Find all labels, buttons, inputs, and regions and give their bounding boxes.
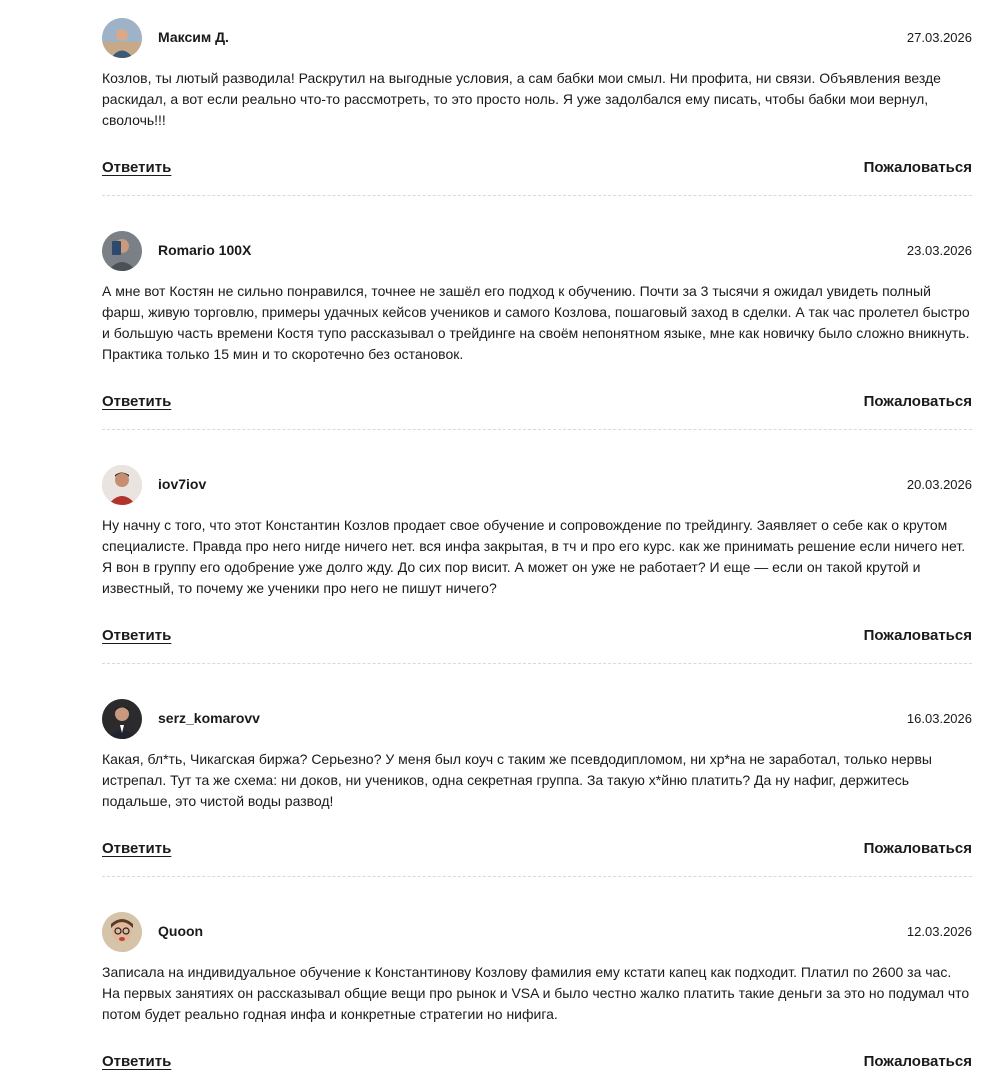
- report-button[interactable]: Пожаловаться: [864, 1053, 972, 1070]
- comment-actions: Ответить Пожаловаться: [102, 1053, 972, 1075]
- comment-item: Romario 100X 23.03.2026 А мне вот Костян…: [102, 231, 972, 430]
- reply-button[interactable]: Ответить: [102, 840, 171, 857]
- comment-header: serz_komarovv 16.03.2026: [102, 699, 972, 739]
- comment-item: iov7iov 20.03.2026 Ну начну с того, что …: [102, 465, 972, 664]
- user-avatar-icon[interactable]: [102, 18, 142, 58]
- user-avatar-icon[interactable]: [102, 231, 142, 271]
- reply-button[interactable]: Ответить: [102, 1053, 171, 1070]
- comment-text: А мне вот Костян не сильно понравился, т…: [102, 283, 970, 362]
- comments-list: Максим Д. 27.03.2026 Козлов, ты лютый ра…: [102, 0, 972, 1075]
- comment-divider: [102, 876, 972, 877]
- user-avatar-icon[interactable]: [102, 912, 142, 952]
- comment-header: iov7iov 20.03.2026: [102, 465, 972, 505]
- comment-divider: [102, 663, 972, 664]
- comment-date: 27.03.2026: [906, 30, 972, 45]
- comment-date: 16.03.2026: [906, 711, 972, 726]
- comment-header: Romario 100X 23.03.2026: [102, 231, 972, 271]
- comment-author[interactable]: Максим Д.: [158, 29, 229, 45]
- comment-text: Ну начну с того, что этот Константин Коз…: [102, 517, 966, 596]
- comment-actions: Ответить Пожаловаться: [102, 840, 972, 862]
- comment-header: Максим Д. 27.03.2026: [102, 18, 972, 58]
- comment-date: 23.03.2026: [906, 243, 972, 258]
- comment-author[interactable]: Romario 100X: [158, 242, 251, 258]
- reply-button[interactable]: Ответить: [102, 627, 171, 644]
- report-button[interactable]: Пожаловаться: [864, 159, 972, 176]
- comment-date: 12.03.2026: [906, 924, 972, 939]
- comment-date: 20.03.2026: [906, 477, 972, 492]
- comment-header: Quoon 12.03.2026: [102, 912, 972, 952]
- comment-author[interactable]: iov7iov: [158, 476, 206, 492]
- comment-author[interactable]: Quoon: [158, 923, 203, 939]
- report-button[interactable]: Пожаловаться: [864, 393, 972, 410]
- reply-button[interactable]: Ответить: [102, 393, 171, 410]
- reply-button[interactable]: Ответить: [102, 159, 171, 176]
- comment-text: Козлов, ты лютый разводила! Раскрутил на…: [102, 70, 941, 128]
- comment-item: Максим Д. 27.03.2026 Козлов, ты лютый ра…: [102, 18, 972, 196]
- report-button[interactable]: Пожаловаться: [864, 627, 972, 644]
- comment-actions: Ответить Пожаловаться: [102, 393, 972, 415]
- comment-text: Какая, бл*ть, Чикагская биржа? Серьезно?…: [102, 751, 932, 809]
- comment-actions: Ответить Пожаловаться: [102, 627, 972, 649]
- comment-actions: Ответить Пожаловаться: [102, 159, 972, 181]
- comment-divider: [102, 429, 972, 430]
- report-button[interactable]: Пожаловаться: [864, 840, 972, 857]
- comment-author[interactable]: serz_komarovv: [158, 710, 260, 726]
- comment-divider: [102, 195, 972, 196]
- user-avatar-icon[interactable]: [102, 465, 142, 505]
- comment-item: serz_komarovv 16.03.2026 Какая, бл*ть, Ч…: [102, 699, 972, 877]
- comment-text: Записала на индивидуальное обучение к Ко…: [102, 964, 970, 1022]
- comment-item: Quoon 12.03.2026 Записала на индивидуаль…: [102, 912, 972, 1075]
- user-avatar-icon[interactable]: [102, 699, 142, 739]
